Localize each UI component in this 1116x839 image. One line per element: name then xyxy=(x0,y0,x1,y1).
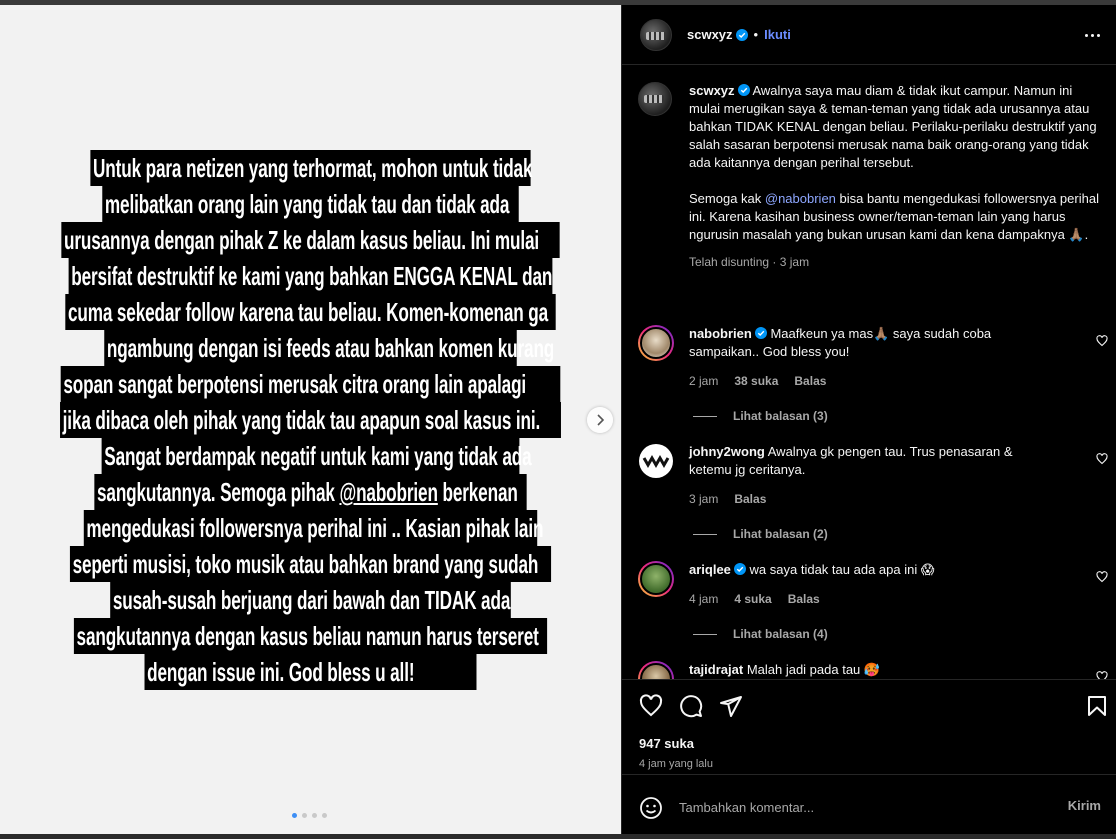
comment-text: Malah jadi pada tau 🥵 xyxy=(746,662,881,677)
comment-body: ariqlee wa saya tidak tau ada apa ini 😱 xyxy=(689,561,1034,579)
story-line: sangkutannya. Semoga pihak @nabobrien be… xyxy=(94,474,527,510)
like-comment-heart-icon[interactable] xyxy=(1096,453,1108,465)
chevron-right-icon xyxy=(597,414,605,426)
comment-likes[interactable]: 38 suka xyxy=(734,374,778,388)
story-line-text: berkenan xyxy=(437,477,518,507)
comment-username[interactable]: nabobrien xyxy=(689,326,752,341)
story-line: Untuk para netizen yang terhormat, mohon… xyxy=(90,150,533,186)
save-bookmark-icon[interactable] xyxy=(1085,694,1109,718)
reply-button[interactable]: Balas xyxy=(788,592,820,606)
story-line: bersifat destruktif ke kami yang bahkan … xyxy=(68,258,553,294)
story-mention: @nabobrien xyxy=(339,477,438,507)
carousel-dot xyxy=(312,813,317,818)
comment-meta: 2 jam 38 suka Balas xyxy=(689,374,826,388)
view-replies-button[interactable]: Lihat balasan (2) xyxy=(693,527,828,541)
story-line: dengan issue ini. God bless u all! xyxy=(144,654,477,690)
story-line: urusannya dengan pihak Z ke dalam kasus … xyxy=(61,222,560,258)
avatar[interactable] xyxy=(638,443,674,479)
story-line: cuma sekedar follow karena tau beliau. K… xyxy=(65,294,556,330)
view-replies-button[interactable]: Lihat balasan (3) xyxy=(693,409,828,423)
comment-username[interactable]: johny2wong xyxy=(689,444,765,459)
story-line-text: sangkutannya. Semoga pihak xyxy=(96,477,335,507)
avatar[interactable] xyxy=(640,18,672,51)
verified-badge-icon xyxy=(754,327,767,339)
comment-body: nabobrien Maafkeun ya mas🙏🏽 saya sudah c… xyxy=(689,325,1034,361)
reply-button[interactable]: Balas xyxy=(794,374,826,388)
post-side-panel: scwxyz • Ikuti scwxyz Awalnya saya mau d… xyxy=(621,5,1116,834)
comment-text: wa saya tidak tau ada apa ini 😱 xyxy=(749,562,935,577)
verified-badge-icon xyxy=(735,28,748,41)
comment-bubble-icon[interactable] xyxy=(679,694,703,718)
comment-input[interactable] xyxy=(679,795,1039,819)
caption-meta: Telah disunting · 3 jam xyxy=(689,255,810,269)
more-options-icon[interactable] xyxy=(1085,27,1105,43)
verified-badge-icon xyxy=(737,84,750,96)
comment-body: tajidrajat Malah jadi pada tau 🥵 xyxy=(689,661,1034,679)
view-replies-button[interactable]: Lihat balasan (4) xyxy=(693,627,828,641)
header-user: scwxyz • Ikuti xyxy=(687,27,791,42)
carousel-dot xyxy=(292,813,297,818)
comment-meta: 4 jam 4 suka Balas xyxy=(689,592,820,606)
like-heart-icon[interactable] xyxy=(639,694,663,718)
post-actions: 947 suka 4 jam yang lalu xyxy=(622,679,1116,774)
story-line: jika dibaca oleh pihak yang tidak tau ap… xyxy=(60,402,561,438)
post-timestamp[interactable]: 4 jam yang lalu xyxy=(639,758,713,770)
story-line: sopan sangat berpotensi merusak citra or… xyxy=(60,366,561,402)
like-comment-heart-icon[interactable] xyxy=(1096,335,1108,347)
story-line: Sangat berdampak negatif untuk kami yang… xyxy=(101,438,532,474)
comment-time: 3 jam xyxy=(689,492,719,506)
story-line: sangkutannya dengan kasus beliau namun h… xyxy=(73,618,548,654)
divider xyxy=(693,415,717,417)
caption-body: scwxyz Awalnya saya mau diam & tidak iku… xyxy=(689,82,1099,271)
post-comment-button[interactable]: Kirim xyxy=(1068,798,1101,813)
view-replies-label: Lihat balasan (3) xyxy=(733,409,828,423)
comment-meta: 3 jam Balas xyxy=(689,492,766,506)
avatar[interactable] xyxy=(638,561,674,597)
carousel-dot xyxy=(322,813,327,818)
story-line: mengedukasi followersnya perihal ini .. … xyxy=(83,510,543,546)
reply-button[interactable]: Balas xyxy=(734,492,766,506)
emoji-icon[interactable] xyxy=(639,796,663,820)
follow-button[interactable]: Ikuti xyxy=(764,27,791,42)
verified-badge-icon xyxy=(733,563,746,575)
comment-time: 2 jam xyxy=(689,374,719,388)
post-media: Untuk para netizen yang terhormat, mohon… xyxy=(0,5,621,834)
view-replies-label: Lihat balasan (2) xyxy=(733,527,828,541)
add-comment-bar: Kirim xyxy=(622,774,1116,834)
post-likes-count[interactable]: 947 suka xyxy=(639,736,694,751)
story-line: susah-susah berjuang dari bawah dan TIDA… xyxy=(110,582,511,618)
like-comment-heart-icon[interactable] xyxy=(1096,671,1108,679)
story-text-image: Untuk para netizen yang terhormat, mohon… xyxy=(0,5,621,834)
next-image-button[interactable] xyxy=(587,407,613,433)
caption-username[interactable]: scwxyz xyxy=(689,83,735,98)
post-header: scwxyz • Ikuti xyxy=(622,5,1116,65)
story-line: melibatkan orang lain yang tidak tau dan… xyxy=(102,186,519,222)
story-line: ngambung dengan isi feeds atau bahkan ko… xyxy=(104,330,554,366)
divider xyxy=(693,533,717,535)
comments-list[interactable]: scwxyz Awalnya saya mau diam & tidak iku… xyxy=(622,66,1116,679)
comment-time: 4 jam xyxy=(689,592,719,606)
carousel-indicator xyxy=(292,813,327,818)
comment-username[interactable]: tajidrajat xyxy=(689,662,743,677)
caption-text: Awalnya saya mau diam & tidak ikut campu… xyxy=(689,83,1097,170)
avatar[interactable] xyxy=(638,325,674,361)
comment-likes[interactable]: 4 suka xyxy=(734,592,771,606)
avatar[interactable] xyxy=(638,82,672,116)
header-username[interactable]: scwxyz xyxy=(687,27,733,42)
divider xyxy=(693,633,717,635)
avatar[interactable] xyxy=(638,661,674,679)
johny2wong-logo-icon xyxy=(639,444,673,478)
comment-body: johny2wong Awalnya gk pengen tau. Trus p… xyxy=(689,443,1034,479)
view-replies-label: Lihat balasan (4) xyxy=(733,627,828,641)
carousel-dot xyxy=(302,813,307,818)
background-strip-bottom xyxy=(0,834,1116,839)
caption-text: Semoga kak xyxy=(689,191,765,206)
story-line: seperti musisi, toko musik atau bahkan b… xyxy=(69,546,552,582)
comment-username[interactable]: ariqlee xyxy=(689,562,731,577)
share-send-icon[interactable] xyxy=(719,694,743,718)
like-comment-heart-icon[interactable] xyxy=(1096,571,1108,583)
separator-dot: • xyxy=(753,27,759,42)
caption-mention-link[interactable]: @nabobrien xyxy=(765,191,836,206)
